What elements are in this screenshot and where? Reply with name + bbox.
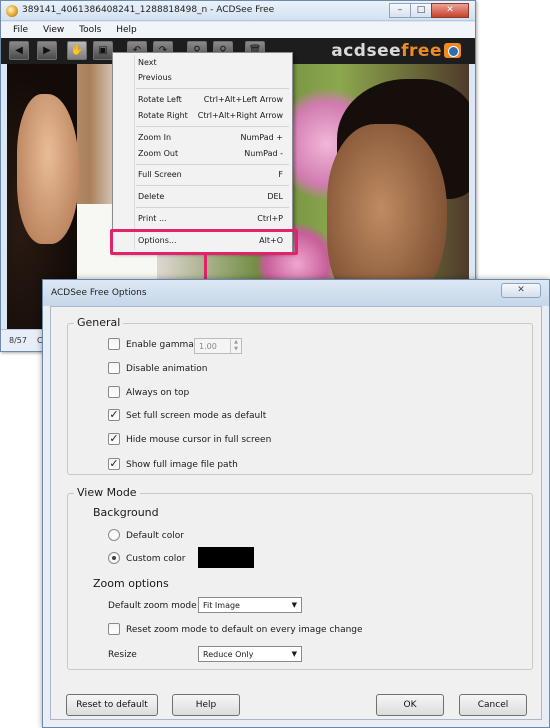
minimize-button[interactable]: – xyxy=(389,3,411,18)
menu-separator xyxy=(136,164,289,165)
crop-icon[interactable]: ▣ xyxy=(93,41,113,60)
default-zoom-mode-select[interactable]: Fit Image ▼ xyxy=(198,597,302,613)
full-screen-default-option[interactable]: ✓ Set full screen mode as default xyxy=(108,409,328,423)
always-on-top-option[interactable]: Always on top xyxy=(108,386,308,400)
help-button[interactable]: Help xyxy=(172,694,240,716)
disable-animation-option[interactable]: Disable animation xyxy=(108,362,308,376)
hand-icon[interactable]: ✋ xyxy=(67,41,87,60)
menu-tools[interactable]: Tools xyxy=(73,22,107,38)
window-controls: – □ ✕ xyxy=(389,3,469,18)
menu-separator xyxy=(136,207,289,208)
menu-item-print[interactable]: Print ... Ctrl+P xyxy=(113,212,292,226)
general-legend: General xyxy=(74,316,124,329)
ok-button[interactable]: OK xyxy=(376,694,444,716)
default-color-option[interactable]: Default color xyxy=(108,529,228,543)
spinner-arrows-icon[interactable]: ▲ ▼ xyxy=(230,339,241,353)
dialog-close-button[interactable]: ✕ xyxy=(501,283,541,298)
default-color-label: Default color xyxy=(126,531,184,541)
background-heading: Background xyxy=(93,506,159,519)
menu-view[interactable]: View xyxy=(37,22,70,38)
full-screen-default-label: Set full screen mode as default xyxy=(126,411,267,421)
cancel-button[interactable]: Cancel xyxy=(459,694,527,716)
menu-item-zoom-out[interactable]: Zoom Out NumPad - xyxy=(113,147,292,161)
zoom-options-heading: Zoom options xyxy=(93,577,169,590)
close-button[interactable]: ✕ xyxy=(431,3,469,18)
menubar: File View Tools Help xyxy=(1,22,475,38)
image-counter: 8/57 xyxy=(9,336,27,345)
view-mode-legend: View Mode xyxy=(74,486,140,499)
menu-separator xyxy=(136,185,289,186)
reset-to-default-button[interactable]: Reset to default xyxy=(66,694,158,716)
menu-file[interactable]: File xyxy=(1,22,34,38)
options-highlight-box xyxy=(110,229,298,255)
gamma-value-spinner[interactable]: 1.00 ▲ ▼ xyxy=(194,338,242,354)
menu-item-next[interactable]: Next xyxy=(113,56,292,70)
hide-cursor-option[interactable]: ✓ Hide mouse cursor in full screen xyxy=(108,433,328,447)
maximize-button[interactable]: □ xyxy=(410,3,432,18)
resize-label: Resize xyxy=(108,650,137,660)
context-menu: Next Previous Rotate Left Ctrl+Alt+Left … xyxy=(112,52,293,253)
chevron-down-icon: ▼ xyxy=(291,601,297,609)
custom-color-label: Custom color xyxy=(126,554,186,564)
dialog-titlebar[interactable]: ACDSee Free Options ✕ xyxy=(43,280,549,306)
chevron-down-icon: ▼ xyxy=(291,650,297,658)
hide-cursor-label: Hide mouse cursor in full screen xyxy=(126,435,272,445)
always-on-top-checkbox[interactable] xyxy=(108,386,120,398)
main-titlebar[interactable]: 389141_4061386408241_1288818498_n - ACDS… xyxy=(1,1,475,21)
dialog-title: ACDSee Free Options xyxy=(51,288,147,298)
arrow-left-icon[interactable]: ◀ xyxy=(9,41,29,60)
custom-color-swatch[interactable] xyxy=(198,547,254,568)
menu-item-rotate-left[interactable]: Rotate Left Ctrl+Alt+Left Arrow xyxy=(113,93,292,107)
show-full-path-label: Show full image file path xyxy=(126,460,238,470)
menu-item-full-screen[interactable]: Full Screen F xyxy=(113,168,292,182)
disable-animation-label: Disable animation xyxy=(126,364,208,374)
acdsee-free-logo: acdseefree xyxy=(331,42,461,60)
gamma-value: 1.00 xyxy=(199,342,217,351)
menu-separator xyxy=(136,126,289,127)
reset-zoom-option[interactable]: Reset zoom mode to default on every imag… xyxy=(108,623,408,637)
camera-icon xyxy=(444,43,461,58)
gamma-correction-checkbox[interactable] xyxy=(108,338,120,350)
menu-separator xyxy=(136,88,289,89)
menu-item-zoom-in[interactable]: Zoom In NumPad + xyxy=(113,131,292,145)
acdsee-app-icon xyxy=(6,5,18,17)
reset-zoom-label: Reset zoom mode to default on every imag… xyxy=(126,625,363,635)
resize-select[interactable]: Reduce Only ▼ xyxy=(198,646,302,662)
logo-part-acdsee: acdsee xyxy=(331,41,402,61)
menu-help[interactable]: Help xyxy=(110,22,143,38)
full-screen-default-checkbox[interactable]: ✓ xyxy=(108,409,120,421)
logo-part-free: free xyxy=(401,41,442,61)
default-color-radio[interactable] xyxy=(108,529,120,541)
menu-item-rotate-right[interactable]: Rotate Right Ctrl+Alt+Right Arrow xyxy=(113,109,292,123)
photo-woman-face xyxy=(17,94,79,244)
reset-zoom-checkbox[interactable] xyxy=(108,623,120,635)
always-on-top-label: Always on top xyxy=(126,388,190,398)
custom-color-radio[interactable] xyxy=(108,552,120,564)
show-full-path-option[interactable]: ✓ Show full image file path xyxy=(108,458,328,472)
arrow-right-icon[interactable]: ▶ xyxy=(37,41,57,60)
menu-item-previous[interactable]: Previous xyxy=(113,71,292,85)
disable-animation-checkbox[interactable] xyxy=(108,362,120,374)
main-window-title: 389141_4061386408241_1288818498_n - ACDS… xyxy=(22,5,275,15)
menu-item-delete[interactable]: Delete DEL xyxy=(113,190,292,204)
hide-cursor-checkbox[interactable]: ✓ xyxy=(108,433,120,445)
default-zoom-mode-label: Default zoom mode xyxy=(108,601,197,611)
default-zoom-mode-value: Fit Image xyxy=(203,601,240,610)
resize-value: Reduce Only xyxy=(203,650,254,659)
show-full-path-checkbox[interactable]: ✓ xyxy=(108,458,120,470)
